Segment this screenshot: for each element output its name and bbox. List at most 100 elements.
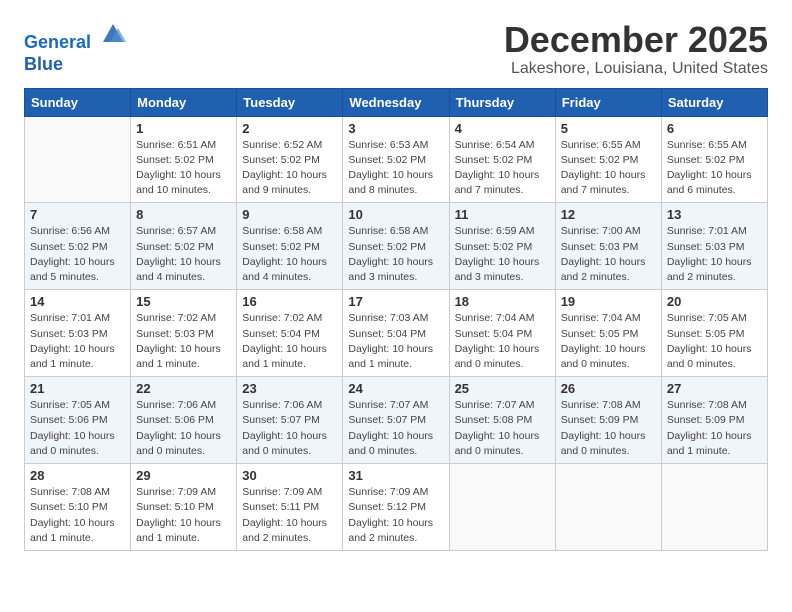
calendar-cell: 16 Sunrise: 7:02 AM Sunset: 5:04 PM Dayli…: [237, 290, 343, 377]
day-detail: Sunrise: 7:07 AM Sunset: 5:08 PM Dayligh…: [455, 398, 550, 459]
calendar-cell: 29 Sunrise: 7:09 AM Sunset: 5:10 PM Dayli…: [131, 464, 237, 551]
day-number: 11: [455, 207, 550, 222]
calendar-cell: 5Sunrise: 6:55 AM Sunset: 5:02 PM Daylig…: [555, 116, 661, 203]
day-number: 3: [348, 121, 443, 136]
day-number: 10: [348, 207, 443, 222]
calendar-week-row: 21 Sunrise: 7:05 AM Sunset: 5:06 PM Dayli…: [25, 377, 768, 464]
day-detail: Sunrise: 7:09 AM Sunset: 5:12 PM Dayligh…: [348, 485, 443, 546]
day-detail: Sunrise: 6:59 AM Sunset: 5:02 PM Dayligh…: [455, 224, 550, 285]
calendar-cell: 6 Sunrise: 6:55 AM Sunset: 5:02 PM Daylig…: [661, 116, 767, 203]
day-detail: Sunrise: 7:05 AM Sunset: 5:05 PM Dayligh…: [667, 311, 762, 372]
day-number: 17: [348, 294, 443, 309]
calendar-cell: 23 Sunrise: 7:06 AM Sunset: 5:07 PM Dayli…: [237, 377, 343, 464]
day-detail: Sunrise: 7:06 AM Sunset: 5:06 PM Dayligh…: [136, 398, 231, 459]
calendar-table: SundayMondayTuesdayWednesdayThursdayFrid…: [24, 88, 768, 551]
day-number: 9: [242, 207, 337, 222]
day-detail: Sunrise: 6:54 AM Sunset: 5:02 PM Dayligh…: [455, 138, 550, 199]
weekday-header-row: SundayMondayTuesdayWednesdayThursdayFrid…: [25, 88, 768, 116]
day-detail: Sunrise: 7:09 AM Sunset: 5:11 PM Dayligh…: [242, 485, 337, 546]
calendar-cell: 11 Sunrise: 6:59 AM Sunset: 5:02 PM Dayli…: [449, 203, 555, 290]
day-detail: Sunrise: 6:57 AM Sunset: 5:02 PM Dayligh…: [136, 224, 231, 285]
calendar-cell: 15Sunrise: 7:02 AM Sunset: 5:03 PM Dayli…: [131, 290, 237, 377]
logo-blue: Blue: [24, 54, 128, 76]
calendar-subtitle: Lakeshore, Louisiana, United States: [504, 60, 768, 78]
day-number: 24: [348, 381, 443, 396]
calendar-cell: 19 Sunrise: 7:04 AM Sunset: 5:05 PM Dayli…: [555, 290, 661, 377]
calendar-cell: 31 Sunrise: 7:09 AM Sunset: 5:12 PM Dayli…: [343, 464, 449, 551]
calendar-title: December 2025: [504, 20, 768, 60]
day-number: 6: [667, 121, 762, 136]
weekday-header-sunday: Sunday: [25, 88, 131, 116]
calendar-cell: 25 Sunrise: 7:07 AM Sunset: 5:08 PM Dayli…: [449, 377, 555, 464]
day-number: 30: [242, 468, 337, 483]
calendar-cell: 14Sunrise: 7:01 AM Sunset: 5:03 PM Dayli…: [25, 290, 131, 377]
calendar-cell: [449, 464, 555, 551]
calendar-week-row: 1 Sunrise: 6:51 AM Sunset: 5:02 PM Daylig…: [25, 116, 768, 203]
calendar-cell: 27Sunrise: 7:08 AM Sunset: 5:09 PM Dayli…: [661, 377, 767, 464]
day-detail: Sunrise: 7:02 AM Sunset: 5:04 PM Dayligh…: [242, 311, 337, 372]
day-number: 1: [136, 121, 231, 136]
day-detail: Sunrise: 7:00 AM Sunset: 5:03 PM Dayligh…: [561, 224, 656, 285]
weekday-header-thursday: Thursday: [449, 88, 555, 116]
calendar-week-row: 28 Sunrise: 7:08 AM Sunset: 5:10 PM Dayli…: [25, 464, 768, 551]
logo: General Blue: [24, 20, 128, 75]
day-number: 19: [561, 294, 656, 309]
day-detail: Sunrise: 6:58 AM Sunset: 5:02 PM Dayligh…: [348, 224, 443, 285]
logo-icon: [98, 20, 128, 48]
calendar-cell: 8 Sunrise: 6:57 AM Sunset: 5:02 PM Daylig…: [131, 203, 237, 290]
calendar-cell: 1 Sunrise: 6:51 AM Sunset: 5:02 PM Daylig…: [131, 116, 237, 203]
day-number: 8: [136, 207, 231, 222]
day-detail: Sunrise: 7:05 AM Sunset: 5:06 PM Dayligh…: [30, 398, 125, 459]
day-detail: Sunrise: 7:07 AM Sunset: 5:07 PM Dayligh…: [348, 398, 443, 459]
calendar-cell: 9 Sunrise: 6:58 AM Sunset: 5:02 PM Daylig…: [237, 203, 343, 290]
page-header: General Blue December 2025 Lakeshore, Lo…: [24, 20, 768, 78]
calendar-cell: 13 Sunrise: 7:01 AM Sunset: 5:03 PM Dayli…: [661, 203, 767, 290]
day-detail: Sunrise: 7:08 AM Sunset: 5:09 PM Dayligh…: [561, 398, 656, 459]
day-number: 27: [667, 381, 762, 396]
calendar-cell: 3Sunrise: 6:53 AM Sunset: 5:02 PM Daylig…: [343, 116, 449, 203]
day-detail: Sunrise: 7:09 AM Sunset: 5:10 PM Dayligh…: [136, 485, 231, 546]
day-detail: Sunrise: 7:02 AM Sunset: 5:03 PM Dayligh…: [136, 311, 231, 372]
day-number: 14: [30, 294, 125, 309]
day-number: 25: [455, 381, 550, 396]
calendar-cell: [661, 464, 767, 551]
day-number: 29: [136, 468, 231, 483]
day-number: 28: [30, 468, 125, 483]
calendar-cell: 4Sunrise: 6:54 AM Sunset: 5:02 PM Daylig…: [449, 116, 555, 203]
day-number: 22: [136, 381, 231, 396]
day-detail: Sunrise: 6:51 AM Sunset: 5:02 PM Dayligh…: [136, 138, 231, 199]
calendar-week-row: 7 Sunrise: 6:56 AM Sunset: 5:02 PM Daylig…: [25, 203, 768, 290]
calendar-week-row: 14Sunrise: 7:01 AM Sunset: 5:03 PM Dayli…: [25, 290, 768, 377]
logo-general: General: [24, 32, 91, 52]
day-number: 21: [30, 381, 125, 396]
weekday-header-tuesday: Tuesday: [237, 88, 343, 116]
day-detail: Sunrise: 7:01 AM Sunset: 5:03 PM Dayligh…: [667, 224, 762, 285]
day-number: 16: [242, 294, 337, 309]
calendar-cell: 24 Sunrise: 7:07 AM Sunset: 5:07 PM Dayli…: [343, 377, 449, 464]
day-detail: Sunrise: 6:52 AM Sunset: 5:02 PM Dayligh…: [242, 138, 337, 199]
calendar-cell: 20Sunrise: 7:05 AM Sunset: 5:05 PM Dayli…: [661, 290, 767, 377]
day-detail: Sunrise: 7:08 AM Sunset: 5:10 PM Dayligh…: [30, 485, 125, 546]
calendar-cell: [555, 464, 661, 551]
day-number: 18: [455, 294, 550, 309]
day-number: 7: [30, 207, 125, 222]
weekday-header-wednesday: Wednesday: [343, 88, 449, 116]
day-detail: Sunrise: 6:55 AM Sunset: 5:02 PM Dayligh…: [667, 138, 762, 199]
day-number: 23: [242, 381, 337, 396]
day-number: 2: [242, 121, 337, 136]
day-detail: Sunrise: 7:06 AM Sunset: 5:07 PM Dayligh…: [242, 398, 337, 459]
day-detail: Sunrise: 6:58 AM Sunset: 5:02 PM Dayligh…: [242, 224, 337, 285]
calendar-cell: 26Sunrise: 7:08 AM Sunset: 5:09 PM Dayli…: [555, 377, 661, 464]
calendar-cell: 17Sunrise: 7:03 AM Sunset: 5:04 PM Dayli…: [343, 290, 449, 377]
day-number: 13: [667, 207, 762, 222]
day-detail: Sunrise: 7:04 AM Sunset: 5:04 PM Dayligh…: [455, 311, 550, 372]
day-detail: Sunrise: 6:56 AM Sunset: 5:02 PM Dayligh…: [30, 224, 125, 285]
logo-text: General: [24, 20, 128, 54]
weekday-header-saturday: Saturday: [661, 88, 767, 116]
day-detail: Sunrise: 7:04 AM Sunset: 5:05 PM Dayligh…: [561, 311, 656, 372]
day-detail: Sunrise: 6:55 AM Sunset: 5:02 PM Dayligh…: [561, 138, 656, 199]
calendar-cell: 28 Sunrise: 7:08 AM Sunset: 5:10 PM Dayli…: [25, 464, 131, 551]
title-block: December 2025 Lakeshore, Louisiana, Unit…: [504, 20, 768, 78]
calendar-cell: 21 Sunrise: 7:05 AM Sunset: 5:06 PM Dayli…: [25, 377, 131, 464]
day-number: 31: [348, 468, 443, 483]
